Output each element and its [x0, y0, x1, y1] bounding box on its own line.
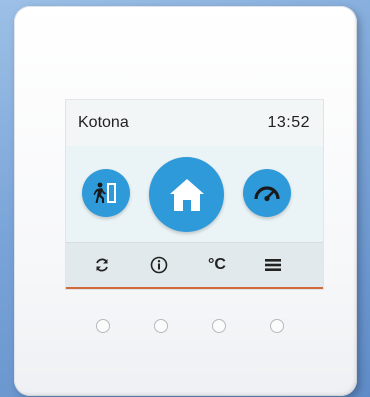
hardware-button-1[interactable] — [96, 319, 110, 333]
hardware-button-3[interactable] — [212, 319, 226, 333]
zone-name: Kotona — [78, 114, 129, 131]
bottom-accent-line — [66, 287, 323, 289]
house-icon — [169, 178, 204, 211]
hardware-button-2[interactable] — [154, 319, 168, 333]
boost-mode-button[interactable] — [243, 169, 291, 217]
refresh-button[interactable] — [87, 251, 117, 279]
home-mode-button[interactable] — [149, 157, 224, 232]
hardware-button-4[interactable] — [270, 319, 284, 333]
info-button[interactable] — [144, 251, 174, 279]
display-screen: Kotona 13:52 °C — [65, 99, 324, 290]
refresh-icon — [96, 258, 108, 272]
info-icon — [150, 256, 168, 274]
bottom-nav-bar: °C — [66, 242, 323, 289]
temperature-button[interactable]: °C — [202, 251, 232, 279]
clock: 13:52 — [267, 114, 310, 131]
person-exit-door-icon — [93, 182, 116, 203]
hamburger-menu-icon — [265, 259, 281, 271]
status-bar: Kotona 13:52 — [66, 100, 323, 146]
mode-selector — [66, 146, 323, 242]
away-mode-button[interactable] — [82, 169, 130, 217]
menu-button[interactable] — [258, 251, 288, 279]
thermostat-panel: Kotona 13:52 °C — [14, 6, 357, 396]
gauge-icon — [254, 186, 280, 202]
